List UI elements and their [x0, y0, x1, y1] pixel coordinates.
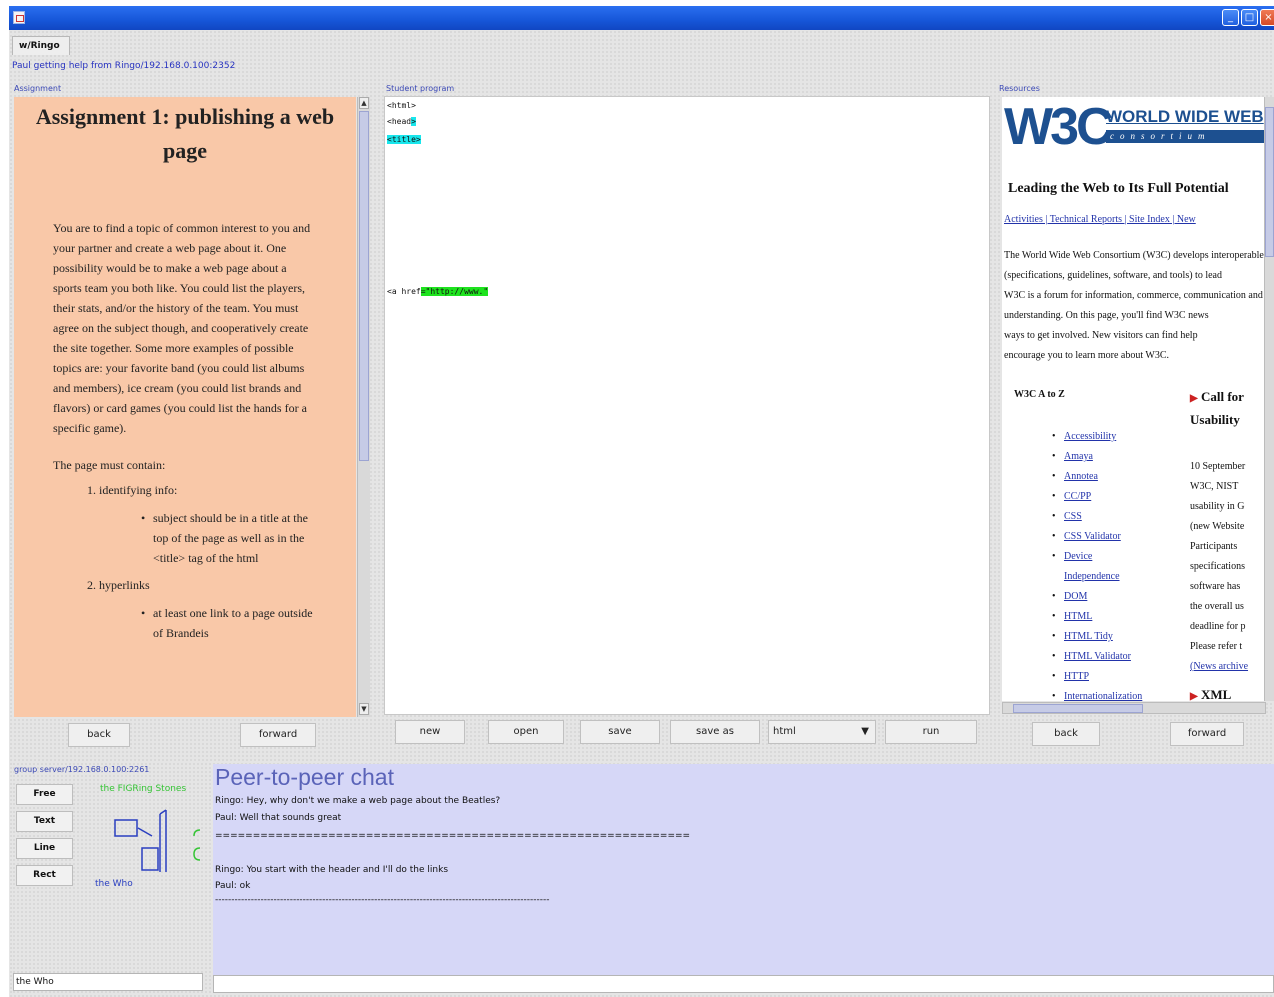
link-css-validator[interactable]: CSS Validator	[1052, 527, 1142, 547]
link-ccpp[interactable]: CC/PP	[1052, 487, 1142, 507]
w3c-nav-links[interactable]: Activities | Technical Reports | Site In…	[1004, 214, 1196, 225]
w3c-logo[interactable]: W3C	[1004, 101, 1114, 153]
link-annotea[interactable]: Annotea	[1052, 467, 1142, 487]
chat-message: Ringo: Hey, why don't we make a web page…	[215, 796, 501, 806]
minimize-icon[interactable]: _	[1222, 9, 1239, 26]
chat-message: Paul: ok	[215, 881, 251, 891]
partner-highlight: ="http://www."	[420, 287, 489, 296]
link-internationalization[interactable]: Internationalization	[1052, 687, 1142, 701]
code-text: <a href	[387, 287, 421, 296]
triangle-right-icon: ▶	[1190, 691, 1198, 701]
requirement-identifying-info: 1. identifying info:	[87, 483, 178, 497]
w3c-intro-text: The World Wide Web Consortium (W3C) deve…	[1004, 250, 1266, 361]
resources-panel-title: Resources	[999, 84, 1040, 93]
w3c-news-text: 10 September W3C, NIST usability in G (n…	[1190, 461, 1249, 672]
open-button[interactable]: open	[488, 720, 564, 744]
status-text: Paul getting help from Ringo/192.168.0.1…	[12, 61, 236, 71]
line-draw-button[interactable]: Line	[16, 838, 73, 859]
run-button[interactable]: run	[885, 720, 977, 744]
chat-message: Paul: Well that sounds great	[215, 813, 342, 823]
link-accessibility[interactable]: Accessibility	[1052, 427, 1142, 447]
mode-select[interactable]: html ▼	[768, 720, 876, 744]
assignment-paragraph: You are to find a topic of common intere…	[53, 221, 311, 435]
scroll-down-icon[interactable]: ▼	[359, 703, 369, 715]
code-line: <title>	[387, 135, 421, 144]
assignment-content: Assignment 1: publishing a web page You …	[14, 97, 356, 717]
rect-draw-button[interactable]: Rect	[16, 865, 73, 886]
collab-highlight: >	[411, 117, 416, 126]
w3c-call-heading: ▶ Call for	[1190, 389, 1244, 404]
app-icon[interactable]	[13, 11, 25, 24]
link-html-validator[interactable]: HTML Validator	[1052, 647, 1142, 667]
whiteboard-canvas[interactable]: the FIGRing Stones the Who	[80, 782, 210, 970]
whiteboard-drawing	[114, 809, 201, 872]
code-editor[interactable]: <html> <head> <title> <a href="http://ww…	[384, 96, 990, 715]
requirement-bullet-link: at least one link to a page outside of B…	[141, 603, 316, 643]
chat-message: Ringo: You start with the header and I'l…	[215, 865, 449, 875]
assignment-title: Assignment 1: publishing a web page	[35, 104, 335, 163]
resources-vscrollbar[interactable]	[1264, 97, 1274, 701]
resources-hscrollbar[interactable]	[1002, 702, 1266, 714]
resources-web-view[interactable]: W3C WORLD WIDE WEB consortium Leading th…	[1002, 97, 1266, 701]
resources-hscroll-thumb[interactable]	[1013, 704, 1143, 713]
w3c-logo-wordmark: WORLD WIDE WEB	[1106, 107, 1264, 126]
code-line: <a href="http://www."	[387, 287, 489, 296]
resources-back-button[interactable]: back	[1032, 722, 1100, 746]
free-draw-button[interactable]: Free	[16, 784, 73, 805]
assignment-intro: The page must contain:	[53, 458, 166, 472]
username-field[interactable]: the Who	[13, 973, 203, 991]
w3c-call-subheading: Usability	[1190, 412, 1240, 427]
resources-scroll-thumb[interactable]	[1265, 107, 1274, 257]
assignment-scroll-thumb[interactable]	[359, 111, 369, 461]
new-button[interactable]: new	[395, 720, 465, 744]
save-as-button[interactable]: save as	[670, 720, 760, 744]
chat-title: Peer-to-peer chat	[215, 764, 394, 790]
requirement-bullet-title: subject should be in a title at the top …	[141, 508, 316, 568]
chat-separator: ========================================…	[215, 831, 691, 841]
chat-panel: Peer-to-peer chat Ringo: Hey, why don't …	[213, 764, 1274, 975]
link-amaya[interactable]: Amaya	[1052, 447, 1142, 467]
tab-ringo[interactable]: w/Ringo	[12, 36, 70, 55]
link-dom[interactable]: DOM	[1052, 587, 1142, 607]
w3c-a-to-z-list: Accessibility Amaya Annotea CC/PP CSS CS…	[1052, 427, 1142, 701]
link-html-tidy[interactable]: HTML Tidy	[1052, 627, 1142, 647]
code-line: <head>	[387, 117, 416, 126]
code-line: <html>	[387, 101, 416, 110]
save-button[interactable]: save	[580, 720, 660, 744]
requirement-hyperlinks: 2. hyperlinks	[87, 578, 150, 592]
maximize-icon[interactable]: □	[1241, 9, 1258, 26]
w3c-logo-consortium: consortium	[1106, 130, 1266, 143]
assignment-back-button[interactable]: back	[68, 723, 130, 747]
title-bar: _ □ ×	[9, 6, 1274, 30]
text-draw-button[interactable]: Text	[16, 811, 73, 832]
link-html[interactable]: HTML	[1052, 607, 1142, 627]
link-device-independence[interactable]: Device Independence	[1052, 547, 1132, 587]
assignment-panel-title: Assignment	[14, 84, 62, 93]
w3c-a-to-z-heading: W3C A to Z	[1014, 389, 1065, 400]
close-icon[interactable]: ×	[1260, 9, 1274, 26]
triangle-right-icon: ▶	[1190, 393, 1198, 404]
assignment-scrollbar[interactable]: ▲ ▼	[357, 97, 370, 717]
collab-highlight: <title>	[387, 135, 421, 144]
w3c-xml-heading: ▶ XML	[1190, 687, 1232, 701]
chevron-down-icon: ▼	[861, 726, 869, 737]
group-server-title: group server/192.168.0.100:2261	[14, 765, 150, 774]
mode-select-value: html	[773, 726, 796, 737]
chat-separator: ----------------------------------------…	[215, 895, 550, 905]
w3c-tagline: Leading the Web to Its Full Potential	[1008, 181, 1229, 196]
student-program-panel-title: Student program	[386, 84, 455, 93]
code-text: <head	[387, 117, 412, 126]
assignment-forward-button[interactable]: forward	[240, 723, 316, 747]
scroll-up-icon[interactable]: ▲	[359, 97, 369, 109]
link-css[interactable]: CSS	[1052, 507, 1142, 527]
link-http[interactable]: HTTP	[1052, 667, 1142, 687]
chat-input[interactable]	[213, 975, 1274, 993]
resources-forward-button[interactable]: forward	[1170, 722, 1244, 746]
